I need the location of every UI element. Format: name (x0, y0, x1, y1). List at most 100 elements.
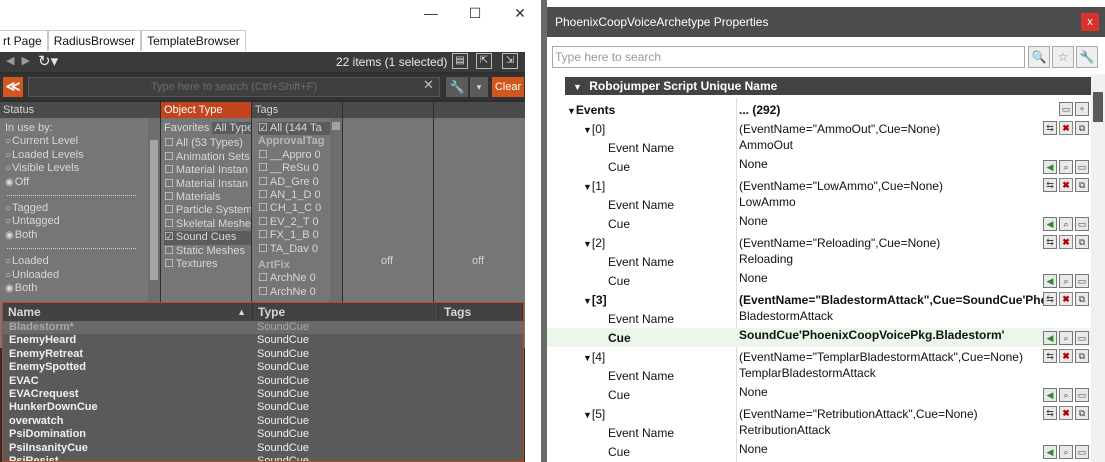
property-row[interactable]: Cue SoundCue'PhoenixCoopVoicePkg.Bladesto… (547, 328, 1091, 347)
collapse-filters-button[interactable]: ≪ (3, 77, 23, 97)
object-type-checkbox[interactable]: Animation Sets (164, 151, 251, 164)
browse-icon[interactable]: ⌕ (1059, 331, 1073, 345)
property-value[interactable]: None (739, 385, 1043, 399)
property-value[interactable]: None (739, 271, 1043, 285)
status-radio[interactable]: Both (5, 229, 146, 242)
table-row[interactable]: PsiDomination SoundCue (3, 428, 523, 441)
use-selected-icon[interactable]: ◀ (1043, 388, 1057, 402)
expand-arrow-icon[interactable]: ▼ (567, 106, 576, 116)
insert-icon[interactable]: ⇆ (1043, 235, 1057, 249)
delete-icon[interactable]: ✖ (1059, 178, 1073, 192)
forward-icon[interactable]: ▶ (22, 55, 30, 67)
clear-icon[interactable]: ▭ (1075, 388, 1089, 402)
close-button[interactable]: ✕ (497, 3, 541, 23)
array-element-row[interactable]: ▼[0] (EventName="AmmoOut",Cue=None) ⇆ ✖ ⧉ (547, 119, 1091, 138)
use-selected-icon[interactable]: ◀ (1043, 274, 1057, 288)
name-column-header[interactable]: Name ▲ (3, 303, 253, 321)
duplicate-icon[interactable]: ⧉ (1075, 406, 1089, 420)
duplicate-icon[interactable]: ⧉ (1075, 349, 1089, 363)
insert-icon[interactable]: ⇆ (1043, 178, 1057, 192)
expand-arrow-icon[interactable]: ▼ (583, 125, 592, 135)
insert-icon[interactable]: ⇆ (1043, 121, 1057, 135)
table-row[interactable]: EVACrequest SoundCue (3, 388, 523, 401)
table-row[interactable]: Bladestorm* SoundCue (3, 321, 523, 335)
new-package-icon[interactable]: ▤ (452, 53, 468, 69)
property-search-input[interactable]: Type here to search (552, 46, 1025, 68)
property-value[interactable]: Reloading (739, 252, 1043, 266)
duplicate-icon[interactable]: ⧉ (1075, 121, 1089, 135)
property-row[interactable]: Cue None ◀ ⌕ ▭ (547, 442, 1091, 461)
history-icon[interactable]: ↻▾ (38, 52, 58, 70)
status-radio[interactable]: Loaded (5, 255, 146, 268)
duplicate-icon[interactable]: ⧉ (1075, 235, 1089, 249)
tab-radius-browser[interactable]: RadiusBrowser (47, 30, 142, 51)
property-row[interactable]: Event Name RetributionAttack (547, 423, 1091, 442)
tab-template-browser[interactable]: TemplateBrowser (141, 30, 246, 51)
table-row[interactable]: PsiResist SoundCue (3, 455, 523, 461)
status-radio[interactable]: Loaded Levels (5, 149, 146, 162)
property-value[interactable]: TemplarBladestormAttack (739, 366, 1043, 380)
clear-icon[interactable]: ▭ (1075, 445, 1089, 459)
expand-arrow-icon[interactable]: ▼ (583, 182, 592, 192)
browse-icon[interactable]: ⌕ (1059, 160, 1073, 174)
delete-icon[interactable]: ✖ (1059, 406, 1073, 420)
find-icon[interactable]: 🔍 (1028, 46, 1050, 68)
table-row[interactable]: PsiInsanityCue SoundCue (3, 442, 523, 455)
delete-icon[interactable]: ✖ (1059, 292, 1073, 306)
property-row[interactable]: Cue None ◀ ⌕ ▭ (547, 385, 1091, 404)
property-row[interactable]: Cue None ◀ ⌕ ▭ (547, 271, 1091, 290)
close-button[interactable]: x (1081, 13, 1099, 31)
clear-icon[interactable]: ▭ (1075, 217, 1089, 231)
search-input[interactable]: Type here to search (Ctrl+Shift+F) (28, 77, 440, 97)
search-clear-icon[interactable]: ✕ (423, 77, 434, 93)
tab-start-page[interactable]: rt Page (0, 30, 48, 51)
property-value[interactable]: SoundCue'PhoenixCoopVoicePkg.Bladestorm' (739, 328, 1043, 342)
table-row[interactable]: overwatch SoundCue (3, 415, 523, 428)
status-radio[interactable]: Both (5, 282, 146, 295)
status-radio[interactable]: Visible Levels (5, 162, 146, 175)
all-types-tab[interactable]: All Types (212, 122, 251, 134)
use-selected-icon[interactable]: ◀ (1043, 445, 1057, 459)
browse-icon[interactable]: ⌕ (1059, 274, 1073, 288)
clear-icon[interactable]: ▭ (1075, 160, 1089, 174)
object-type-checkbox[interactable]: Material Instan (164, 164, 251, 177)
favorite-icon[interactable]: ☆ (1052, 46, 1074, 68)
settings-icon[interactable]: ⇲ (502, 53, 518, 69)
minimize-button[interactable]: — (408, 3, 454, 23)
table-row[interactable]: EnemyRetreat SoundCue (3, 348, 523, 361)
object-type-checkbox[interactable]: Sound Cues (164, 231, 251, 245)
filter-dropdown-icon[interactable]: ▾ (470, 77, 488, 97)
array-element-row[interactable]: ▼[3] (EventName="BladestormAttack",Cue=So… (547, 290, 1091, 309)
delete-icon[interactable]: ✖ (1059, 121, 1073, 135)
object-type-checkbox[interactable]: Particle System (164, 204, 251, 217)
expand-arrow-icon[interactable]: ▼ (583, 410, 592, 420)
favorites-label[interactable]: Favorites (164, 122, 209, 134)
wrench-icon[interactable]: 🔧 (446, 77, 468, 97)
insert-icon[interactable]: ⇆ (1043, 406, 1057, 420)
property-row[interactable]: Event Name LowAmmo (547, 195, 1091, 214)
array-element-row[interactable]: ▼[2] (EventName="Reloading",Cue=None) ⇆ ✖ ⧉ (547, 233, 1091, 252)
insert-icon[interactable]: ⇆ (1043, 292, 1057, 306)
status-radio[interactable]: Tagged (5, 202, 146, 215)
empty-array-icon[interactable]: ▭ (1059, 102, 1073, 116)
property-value[interactable]: None (739, 214, 1043, 228)
object-type-checkbox[interactable]: Static Meshes (164, 245, 251, 258)
browse-icon[interactable]: ⌕ (1059, 217, 1073, 231)
maximize-button[interactable]: ☐ (452, 3, 498, 23)
table-row[interactable]: EVAC SoundCue (3, 375, 523, 388)
array-element-row[interactable]: ▼[5] (EventName="RetributionAttack",Cue=N… (547, 404, 1091, 423)
property-row[interactable]: Cue None ◀ ⌕ ▭ (547, 157, 1091, 176)
status-radio[interactable]: Current Level (5, 135, 146, 148)
array-element-row[interactable]: ▼[1] (EventName="LowAmmo",Cue=None) ⇆ ✖ ⧉ (547, 176, 1091, 195)
open-icon[interactable]: ⇱ (476, 53, 492, 69)
status-radio[interactable]: Unloaded (5, 269, 146, 282)
object-type-checkbox[interactable]: Materials (164, 191, 251, 204)
tags-column-header[interactable]: Tags (439, 303, 523, 321)
property-value[interactable]: None (739, 157, 1043, 171)
insert-icon[interactable]: ⇆ (1043, 349, 1057, 363)
table-row[interactable]: EnemyHeard SoundCue (3, 334, 523, 347)
back-icon[interactable]: ◀ (6, 55, 14, 67)
clear-icon[interactable]: ▭ (1075, 274, 1089, 288)
expand-arrow-icon[interactable]: ▼ (573, 82, 582, 92)
status-radio[interactable]: Untagged (5, 215, 146, 228)
